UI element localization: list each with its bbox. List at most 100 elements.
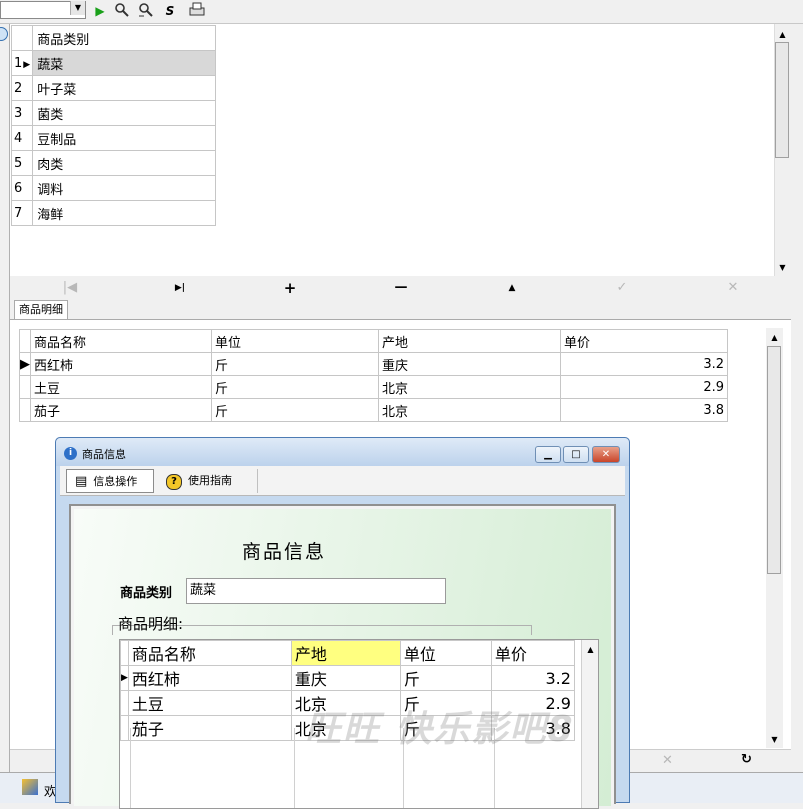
scroll-up-icon[interactable]: ▲ (775, 27, 790, 42)
column-header-name[interactable]: 商品名称 (127, 640, 292, 666)
nav-cancel-button[interactable]: ✕ (678, 276, 788, 300)
nav-cancel-icon[interactable]: ✕ (662, 753, 673, 768)
table-row[interactable]: 1▶ 蔬菜 (10, 50, 217, 76)
cell-unit[interactable]: 斤 (211, 375, 379, 399)
cell-unit[interactable]: 斤 (211, 352, 379, 376)
chevron-down-icon[interactable]: ▼ (70, 1, 85, 15)
table-row[interactable]: 土豆 斤 北京 2.9 (19, 375, 728, 399)
table-row[interactable]: ▶ 西红柿 重庆 斤 3.2 (120, 665, 575, 691)
info-panel-icon: ▤ (75, 474, 88, 489)
category-column-header[interactable]: 商品类别 (32, 25, 217, 51)
row-indicator (19, 398, 31, 422)
table-row[interactable]: 5 肉类 (10, 150, 217, 176)
tab-product-detail[interactable]: 商品明细 (14, 300, 68, 319)
table-row[interactable]: 茄子 斤 北京 3.8 (19, 398, 728, 422)
detail-grid[interactable]: 商品名称 单位 产地 单价 ▶ 西红柿 斤 重庆 3.2 土豆 斤 北京 2.9… (19, 329, 728, 422)
nav-first-button[interactable]: |◀ (15, 276, 125, 300)
tab-user-guide[interactable]: ? 使用指南 (158, 469, 258, 493)
category-cell[interactable]: 肉类 (32, 150, 217, 176)
category-cell[interactable]: 叶子菜 (32, 75, 217, 101)
row-indicator (120, 715, 129, 741)
cell-name[interactable]: 西红柿 (30, 352, 212, 376)
nav-last-button[interactable]: ▶| (125, 276, 235, 300)
scroll-up-icon[interactable]: ▲ (583, 642, 598, 657)
row-number: 6 (10, 175, 34, 201)
refresh-icon[interactable]: ↻ (741, 752, 752, 767)
cell-price[interactable]: 3.8 (560, 398, 728, 422)
cell-origin[interactable]: 北京 (378, 375, 561, 399)
column-header-unit[interactable]: 单位 (399, 640, 492, 666)
nav-edit-button[interactable]: ▲ (457, 276, 567, 300)
row-indicator-header (10, 25, 34, 51)
nav-insert-button[interactable]: + (235, 276, 345, 300)
cell-name[interactable]: 茄子 (127, 715, 292, 741)
table-row[interactable]: 2 叶子菜 (10, 75, 217, 101)
table-row[interactable]: 6 调料 (10, 175, 217, 201)
cell-origin[interactable]: 重庆 (378, 352, 561, 376)
save-icon[interactable]: S (161, 2, 179, 20)
close-button[interactable]: ✕ (592, 446, 620, 463)
maximize-button[interactable]: □ (563, 446, 589, 463)
grid-header-row: 商品名称 产地 单位 单价 (120, 640, 575, 666)
find-next-icon[interactable] (137, 2, 155, 20)
column-header-price[interactable]: 单价 (490, 640, 575, 666)
grid-line (294, 728, 295, 808)
cell-origin[interactable]: 北京 (378, 398, 561, 422)
scrollbar-thumb[interactable] (767, 346, 781, 574)
row-indicator-header (120, 640, 129, 666)
cell-name[interactable]: 茄子 (30, 398, 212, 422)
cell-price[interactable]: 3.2 (490, 665, 575, 691)
category-cell[interactable]: 海鲜 (32, 200, 217, 226)
row-indicator (120, 690, 129, 716)
row-indicator (19, 375, 31, 399)
scroll-up-icon[interactable]: ▲ (767, 330, 782, 345)
left-splitter (0, 24, 10, 803)
category-label: 商品类别 (120, 586, 173, 601)
dialog-grid-scrollbar[interactable]: ▲ (581, 640, 598, 808)
run-icon[interactable]: ▶ (91, 2, 109, 20)
category-cell[interactable]: 菌类 (32, 100, 217, 126)
cell-price[interactable]: 3.2 (560, 352, 728, 376)
scroll-down-icon[interactable]: ▼ (767, 732, 782, 747)
find-icon[interactable] (113, 2, 131, 20)
current-row-icon: ▶ (23, 59, 31, 70)
category-input[interactable]: 蔬菜 (186, 578, 446, 604)
category-cell[interactable]: 蔬菜 (32, 50, 217, 76)
scrollbar-thumb[interactable] (775, 42, 789, 158)
table-row[interactable]: 3 菌类 (10, 100, 217, 126)
tab-label: 使用指南 (188, 474, 232, 487)
print-icon[interactable] (188, 2, 206, 20)
column-header-origin[interactable]: 产地 (290, 640, 401, 666)
category-cell[interactable]: 调料 (32, 175, 217, 201)
category-cell[interactable]: 豆制品 (32, 125, 217, 151)
row-number: 1▶ (10, 50, 34, 76)
cell-name[interactable]: 土豆 (30, 375, 212, 399)
category-grid[interactable]: 商品类别 1▶ 蔬菜 2 叶子菜 3 菌类 4 豆制品 5 肉类 6 调料 7 … (10, 25, 217, 226)
cell-unit[interactable]: 斤 (211, 398, 379, 422)
table-row[interactable]: 4 豆制品 (10, 125, 217, 151)
form-panel: 商品信息 商品类别 蔬菜 商品明细: 商品名称 产地 单位 单价 ▶ 西红柿 重… (74, 509, 611, 809)
column-header-unit[interactable]: 单位 (211, 329, 379, 353)
grid-header-row: 商品名称 单位 产地 单价 (19, 329, 728, 353)
minimize-button[interactable]: ▁ (535, 446, 561, 463)
tab-label: 信息操作 (93, 475, 138, 488)
cell-name[interactable]: 土豆 (127, 690, 292, 716)
column-header-price[interactable]: 单价 (560, 329, 728, 353)
current-row-icon: ▶ (19, 352, 31, 376)
table-row[interactable]: ▶ 西红柿 斤 重庆 3.2 (19, 352, 728, 376)
cell-origin[interactable]: 重庆 (290, 665, 401, 691)
column-header-name[interactable]: 商品名称 (30, 329, 212, 353)
cell-price[interactable]: 2.9 (560, 375, 728, 399)
tab-info-operation[interactable]: ▤ 信息操作 (66, 469, 154, 493)
nav-post-button[interactable]: ✓ (567, 276, 677, 300)
table-row[interactable]: 7 海鲜 (10, 200, 217, 226)
cell-name[interactable]: 西红柿 (127, 665, 292, 691)
scroll-down-icon[interactable]: ▼ (775, 260, 790, 275)
grid-line (130, 728, 131, 808)
column-header-origin[interactable]: 产地 (378, 329, 561, 353)
row-number: 4 (10, 125, 34, 151)
detail-label: 商品明细: (118, 615, 184, 633)
nav-delete-button[interactable]: — (346, 276, 456, 300)
cell-unit[interactable]: 斤 (399, 665, 492, 691)
app-icon[interactable] (22, 779, 38, 795)
